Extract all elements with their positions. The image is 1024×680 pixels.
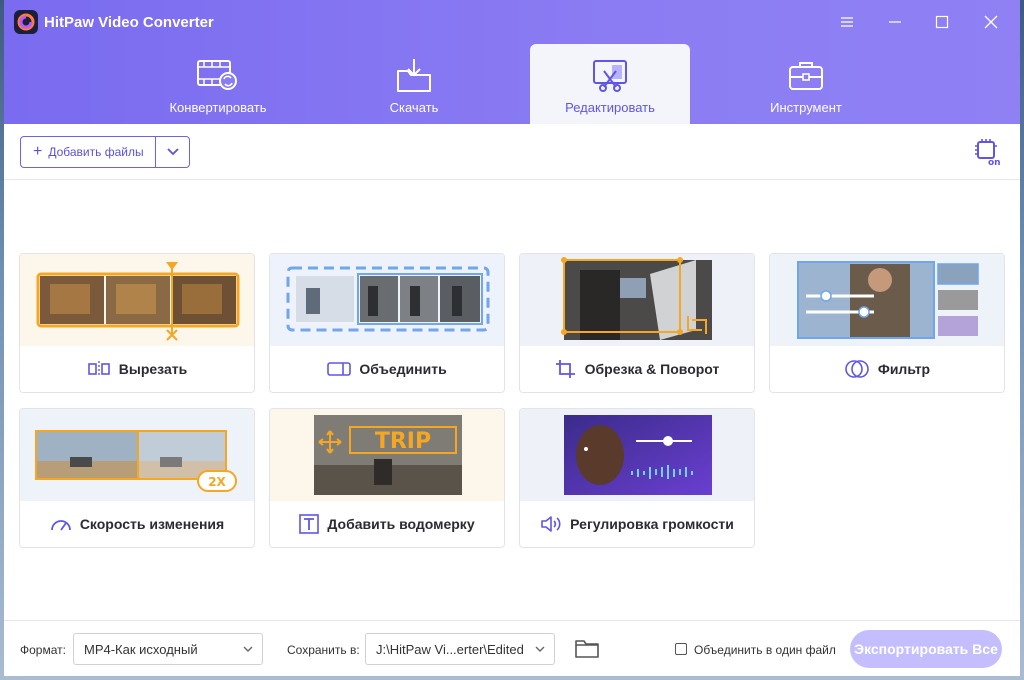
tab-download-label: Скачать [389,100,439,115]
format-value: MP4-Как исходный [84,641,198,657]
tab-convert-label: Конвертировать [169,100,267,115]
volume-thumbnail [520,409,754,501]
merge-thumbnail [270,254,504,346]
card-merge-label-row: Объединить [270,346,504,392]
card-filter[interactable]: Фильтр [769,253,1005,393]
add-files-button[interactable]: + Добавить файлы [20,136,156,168]
add-files-label: Добавить файлы [48,145,144,159]
card-crop-label-row: Обрезка & Поворот [520,346,754,392]
toolbar: + Добавить файлы on [4,124,1020,180]
plus-icon: + [33,143,43,160]
bottom-bar: Формат: MP4-Как исходный Сохранить в: J:… [4,620,1020,676]
merge-label: Объединить в один файл [694,643,836,657]
app-title: HitPaw Video Converter [44,14,214,31]
watermark-thumbnail: TRIP [270,409,504,501]
card-cut[interactable]: Вырезать [19,253,255,393]
card-volume[interactable]: Регулировка громкости [519,408,755,548]
card-crop-label: Обрезка & Поворот [584,361,720,377]
maximize-icon[interactable] [925,8,959,36]
export-all-button[interactable]: Экспортировать Все [850,630,1002,668]
hardware-acceleration-icon[interactable]: on [974,138,1002,171]
card-watermark[interactable]: TRIP Добавить водомерку [269,408,505,548]
tab-edit-label: Редактировать [565,100,655,115]
filter-icon [845,360,869,378]
app-logo-icon [14,10,38,34]
minimize-icon[interactable] [878,8,912,36]
header: HitPaw Video Converter Конвертировать Ск… [4,0,1020,124]
card-merge-label: Объединить [359,361,447,377]
card-filter-label: Фильтр [877,361,931,377]
film-convert-icon [196,56,240,94]
cut-icon [87,361,110,377]
card-watermark-label-row: Добавить водомерку [270,501,504,547]
filter-thumbnail [770,254,1004,346]
crop-thumbnail [520,254,754,346]
merge-checkbox[interactable] [675,643,687,655]
download-folder-icon [394,56,434,94]
speed-badge: 2X [208,475,226,489]
volume-icon [541,516,561,532]
svg-text:on: on [988,158,1001,166]
watermark-text-icon [299,514,320,534]
crop-icon [555,360,575,378]
card-crop-rotate[interactable]: Обрезка & Поворот [519,253,755,393]
merge-icon [327,362,352,376]
menu-icon[interactable] [830,8,864,36]
close-icon[interactable] [974,8,1008,36]
format-label: Формат: [20,643,66,657]
card-speed[interactable]: 2X Скорость изменения [19,408,255,548]
tab-toolbox-label: Инструмент [770,100,842,115]
app-window: HitPaw Video Converter Конвертировать Ск… [4,0,1020,676]
add-files-dropdown[interactable] [155,136,190,168]
speed-thumbnail: 2X [20,409,254,501]
card-cut-label-row: Вырезать [20,346,254,392]
card-volume-label: Регулировка громкости [570,516,734,532]
tab-convert[interactable]: Конвертировать [138,44,298,124]
toolbox-icon [786,56,826,94]
save-label: Сохранить в: [287,643,360,657]
card-cut-label: Вырезать [118,361,188,377]
cut-thumbnail [20,254,254,346]
save-path-value: J:\HitPaw Vi...erter\Edited [376,641,524,657]
watermark-sample-text: TRIP [375,429,431,454]
speed-icon [50,520,71,531]
tab-toolbox[interactable]: Инструмент [726,44,886,124]
card-filter-label-row: Фильтр [770,346,1004,392]
card-watermark-label: Добавить водомерку [327,516,475,532]
edit-scissors-icon [590,56,630,94]
chevron-down-icon [243,646,253,652]
tab-download[interactable]: Скачать [334,44,494,124]
card-speed-label-row: Скорость изменения [20,501,254,547]
card-speed-label: Скорость изменения [79,516,225,532]
save-path-select[interactable]: J:\HitPaw Vi...erter\Edited [365,633,555,665]
chevron-down-icon [166,148,179,156]
open-folder-icon[interactable] [574,637,600,662]
tab-edit[interactable]: Редактировать [530,44,690,124]
chevron-down-icon [535,646,545,652]
card-volume-label-row: Регулировка громкости [520,501,754,547]
card-merge[interactable]: Объединить [269,253,505,393]
format-select[interactable]: MP4-Как исходный [73,633,263,665]
